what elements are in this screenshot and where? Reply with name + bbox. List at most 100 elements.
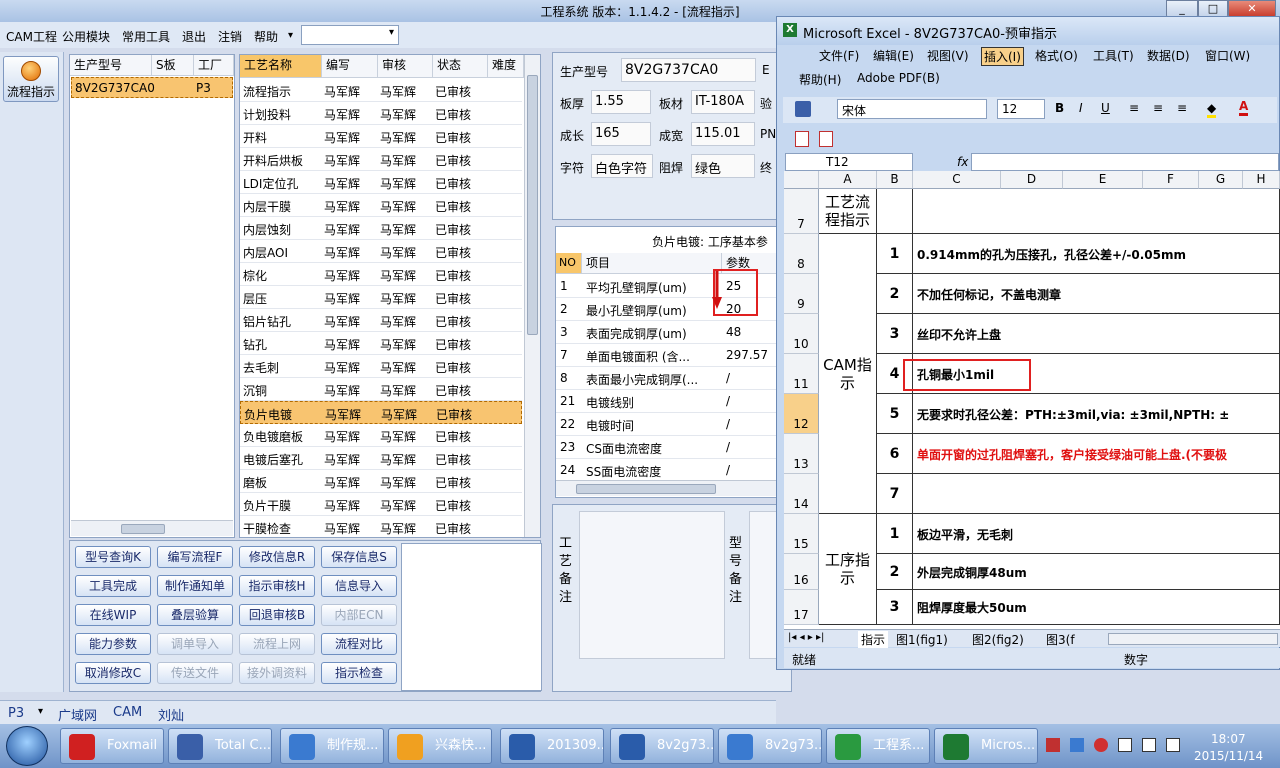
- process-row[interactable]: 钻孔 马军辉 马军辉 已审核: [240, 332, 522, 355]
- align-left-icon[interactable]: ≡: [1129, 101, 1139, 115]
- excel-cell-a[interactable]: 工序指示: [819, 514, 877, 625]
- menu-cam[interactable]: CAM工程: [6, 28, 57, 45]
- row-header[interactable]: 16: [784, 554, 819, 590]
- excel-cell-c[interactable]: 无要求时孔径公差：PTH:±3mil,via: ±3mil,NPTH: ±: [913, 394, 1280, 434]
- font-color-icon[interactable]: A: [1239, 99, 1249, 116]
- excel-cell-a[interactable]: 工艺流程指示: [819, 189, 877, 234]
- formula-bar[interactable]: [971, 153, 1279, 171]
- row-header[interactable]: 8: [784, 234, 819, 274]
- excel-menu-item[interactable]: 插入(I): [981, 47, 1024, 66]
- row-header[interactable]: 11: [784, 354, 819, 394]
- action-button[interactable]: 修改信息R: [239, 546, 315, 568]
- size-combo[interactable]: 12: [997, 99, 1045, 119]
- tray-network-icon[interactable]: [1070, 738, 1084, 752]
- action-button[interactable]: 流程对比: [321, 633, 397, 655]
- material-field[interactable]: IT-180A: [691, 90, 755, 114]
- action-button[interactable]: 工具完成: [75, 575, 151, 597]
- column-header[interactable]: G: [1199, 171, 1243, 189]
- excel-cell-c[interactable]: 0.914mm的孔为压接孔，孔径公差+/-0.05mm: [913, 234, 1280, 274]
- excel-cell-b[interactable]: 5: [877, 394, 913, 434]
- save-icon[interactable]: [795, 101, 811, 117]
- action-button[interactable]: 信息导入: [321, 575, 397, 597]
- col-process-name[interactable]: 工艺名称: [240, 55, 322, 78]
- horizontal-scrollbar[interactable]: [71, 520, 233, 536]
- process-row[interactable]: 负片电镀 马军辉 马军辉 已审核: [240, 401, 522, 424]
- col-s-board[interactable]: S板: [152, 55, 194, 76]
- row-header[interactable]: 12: [784, 394, 819, 434]
- excel-menu-item[interactable]: 工具(T): [1093, 47, 1134, 64]
- column-header[interactable]: E: [1063, 171, 1143, 189]
- sheet-tab[interactable]: 指示: [858, 631, 889, 648]
- sheet-tab[interactable]: 图3(f: [1046, 631, 1075, 648]
- column-header[interactable]: D: [1001, 171, 1063, 189]
- action-button[interactable]: 保存信息S: [321, 546, 397, 568]
- param-row[interactable]: 8 表面最小完成铜厚(... /: [556, 367, 791, 390]
- col-difficulty[interactable]: 难度: [488, 55, 524, 78]
- scroll-thumb[interactable]: [121, 524, 165, 534]
- bold-button[interactable]: B: [1055, 101, 1064, 115]
- menu-help[interactable]: 帮助: [254, 28, 278, 45]
- process-row[interactable]: LDI定位孔 马军辉 马军辉 已审核: [240, 171, 522, 194]
- excel-cell-c[interactable]: 外层完成铜厚48um: [913, 554, 1280, 590]
- process-row[interactable]: 开料 马军辉 马军辉 已审核: [240, 125, 522, 148]
- action-button[interactable]: 型号查询K: [75, 546, 151, 568]
- excel-cell-c[interactable]: 丝印不允许上盘: [913, 314, 1280, 354]
- process-row[interactable]: 内层干膜 马军辉 马军辉 已审核: [240, 194, 522, 217]
- align-center-icon[interactable]: ≡: [1153, 101, 1163, 115]
- menu-exit[interactable]: 退出: [182, 28, 206, 45]
- memo-box[interactable]: [401, 543, 542, 691]
- excel-cell-b[interactable]: 2: [877, 274, 913, 314]
- sheet-tab[interactable]: 图2(fig2): [972, 631, 1024, 648]
- excel-menu-item[interactable]: 格式(O): [1035, 47, 1078, 64]
- excel-cell-b[interactable]: 3: [877, 314, 913, 354]
- menu-tools[interactable]: 常用工具: [122, 28, 170, 45]
- horizontal-scrollbar[interactable]: [556, 480, 791, 496]
- taskbar-task[interactable]: Total C...: [168, 728, 272, 764]
- tray-monitor-icon[interactable]: [1118, 738, 1132, 752]
- process-row[interactable]: 负电镀磨板 马军辉 马军辉 已审核: [240, 424, 522, 447]
- taskbar-task[interactable]: 制作规...: [280, 728, 384, 764]
- action-button[interactable]: 调单导入: [157, 633, 233, 655]
- select-all-corner[interactable]: [784, 171, 819, 189]
- process-row[interactable]: 流程指示 马军辉 马军辉 已审核: [240, 79, 522, 102]
- param-row[interactable]: 3 表面完成铜厚(um) 48: [556, 321, 791, 344]
- excel-menu-item[interactable]: 编辑(E): [873, 47, 914, 64]
- excel-cell-c[interactable]: [913, 189, 1280, 234]
- excel-cell-b[interactable]: 1: [877, 514, 913, 554]
- horizontal-scrollbar[interactable]: [1108, 633, 1278, 645]
- action-button[interactable]: 取消修改C: [75, 662, 151, 684]
- row-header[interactable]: 17: [784, 590, 819, 625]
- mask-field[interactable]: 绿色: [691, 154, 755, 178]
- clock-time[interactable]: 18:07: [1211, 732, 1246, 746]
- excel-cell-b[interactable]: 6: [877, 434, 913, 474]
- align-right-icon[interactable]: ≡: [1177, 101, 1187, 115]
- column-header[interactable]: F: [1143, 171, 1199, 189]
- process-row[interactable]: 铝片钻孔 马军辉 马军辉 已审核: [240, 309, 522, 332]
- menu-logout[interactable]: 注销: [218, 28, 242, 45]
- excel-cell-c[interactable]: 单面开窗的过孔阻焊塞孔，客户接受绿油可能上盘.(不要极: [913, 434, 1280, 474]
- process-row[interactable]: 电镀后塞孔 马军辉 马军辉 已审核: [240, 447, 522, 470]
- col-item[interactable]: 项目: [582, 253, 722, 274]
- excel-menu-item[interactable]: 数据(D): [1147, 47, 1190, 64]
- excel-menu-item[interactable]: Adobe PDF(B): [857, 71, 940, 85]
- action-button[interactable]: 接外调资料: [239, 662, 315, 684]
- row-header[interactable]: 14: [784, 474, 819, 514]
- process-row[interactable]: 负片干膜 马军辉 马军辉 已审核: [240, 493, 522, 516]
- action-button[interactable]: 内部ECN: [321, 604, 397, 626]
- action-button[interactable]: 叠层验算: [157, 604, 233, 626]
- excel-menu-item[interactable]: 文件(F): [819, 47, 859, 64]
- pdf-mail-icon[interactable]: [819, 131, 833, 147]
- column-header[interactable]: B: [877, 171, 913, 189]
- sheet-nav-icon[interactable]: |◂ ◂ ▸ ▸|: [788, 632, 824, 643]
- col-no[interactable]: NO: [556, 253, 582, 274]
- column-header[interactable]: C: [913, 171, 1001, 189]
- flow-instruction-button[interactable]: 流程指示: [3, 56, 59, 102]
- name-box[interactable]: T12: [785, 153, 913, 171]
- process-row[interactable]: 层压 马军辉 马军辉 已审核: [240, 286, 522, 309]
- tray-volume-icon[interactable]: [1166, 738, 1180, 752]
- taskbar-task[interactable]: Micros...: [934, 728, 1038, 764]
- taskbar-task[interactable]: Foxmail: [60, 728, 164, 764]
- action-button[interactable]: 能力参数: [75, 633, 151, 655]
- width-field[interactable]: 115.01: [691, 122, 755, 146]
- process-row[interactable]: 沉铜 马军辉 马军辉 已审核: [240, 378, 522, 401]
